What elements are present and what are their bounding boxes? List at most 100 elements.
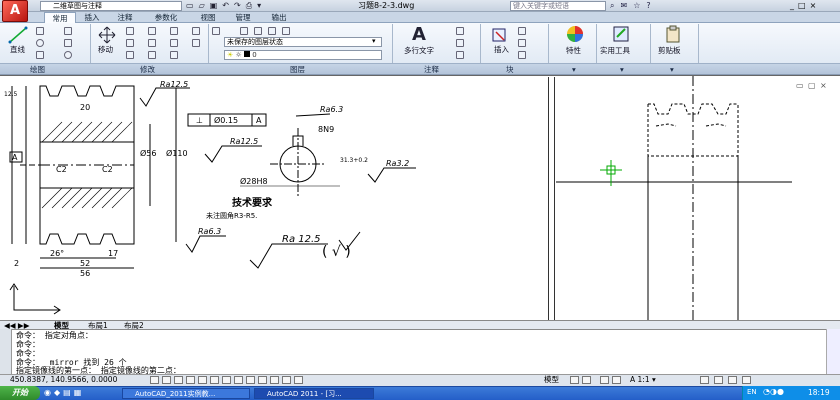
utilities-icon[interactable] [612,25,630,43]
command-window-grip[interactable] [0,329,12,374]
maximize-button[interactable]: □ [798,0,806,11]
pan-icon[interactable] [600,376,609,384]
layer-iso-icon[interactable] [282,27,290,35]
fillet-icon[interactable] [148,39,156,47]
polyline-icon[interactable] [36,27,44,35]
leader-icon[interactable] [456,39,464,47]
search-input[interactable]: 键入关键字或短语 [510,1,606,11]
mtext-icon[interactable]: A [412,24,426,45]
explode-icon[interactable] [192,27,200,35]
viewport-restore-icon[interactable]: ▢ [808,81,816,90]
layers-panel-label[interactable]: 图层 [290,64,305,75]
clipboard-dropdown-icon[interactable]: ▾ [670,64,674,75]
taskbar-item-document[interactable]: AutoCAD_2011实例教... [122,388,250,399]
help-icon[interactable]: ? [646,0,650,11]
left-viewport[interactable]: ⊥ Ø0.15 A A Ra12.5 Ra6.3 Ra12.5 Ra3.2 Ra… [0,76,548,320]
app-menu-logo[interactable]: A [2,0,28,22]
edit-attributes-icon[interactable] [518,51,526,59]
layer-freeze-icon[interactable] [240,27,248,35]
modify-panel-label[interactable]: 修改 [140,64,155,75]
annotation-scale[interactable]: A 1:1 ▾ [630,375,656,385]
language-icon[interactable]: EN [747,388,757,396]
right-viewport[interactable]: ▭ ▢ × [556,76,840,320]
search-icon[interactable]: ⌕ [610,0,614,11]
properties-icon[interactable] [566,25,584,43]
workspace-selector[interactable]: 二维草图与注释 [40,1,182,11]
arc-icon[interactable] [36,51,44,59]
taskbar-item-autocad[interactable]: AutoCAD 2011 - [习... [254,388,374,399]
zoom-icon[interactable] [612,376,621,384]
model-space-indicator[interactable]: 模型 [544,375,559,385]
tab-annotate[interactable]: 注释 [110,12,140,23]
browser-icon[interactable]: ◉ [44,388,51,397]
array-icon[interactable] [170,51,178,59]
polar-tracking-toggle[interactable] [198,376,207,384]
object-snap-toggle[interactable] [210,376,219,384]
current-layer-dropdown[interactable]: ☀ ☼ 0 [224,50,382,60]
snap-mode-toggle[interactable] [162,376,171,384]
workspace-switch-icon[interactable] [700,376,709,384]
scale-icon[interactable] [148,51,156,59]
layer-properties-icon[interactable] [212,27,220,35]
properties-dropdown-icon[interactable]: ▾ [572,64,576,75]
new-icon[interactable]: ▭ [186,1,194,11]
communication-icon[interactable]: ✉ [620,0,627,11]
start-button[interactable]: 开始 [0,386,40,400]
layer-lock-icon[interactable] [254,27,262,35]
lock-icon[interactable] [714,376,723,384]
desktop-icon[interactable]: ▦ [74,388,82,397]
ellipse-icon[interactable] [64,51,72,59]
undo-icon[interactable]: ↶ [222,1,229,11]
command-scrollbar[interactable] [826,329,840,374]
isolate-objects-icon[interactable] [742,376,751,384]
transparency-toggle[interactable] [270,376,279,384]
command-window[interactable]: 命令： 指定对角点： 命令： 命令： 命令： _mirror 找到 26 个 指… [0,329,840,375]
linear-dim-icon[interactable] [456,27,464,35]
tab-home[interactable]: 常用 [44,12,76,23]
erase-icon[interactable] [170,27,178,35]
edit-block-icon[interactable] [518,39,526,47]
folder-icon[interactable]: ▤ [63,388,71,397]
close-button[interactable]: × [810,0,817,11]
infer-constraints-toggle[interactable] [150,376,159,384]
tab-insert[interactable]: 插入 [78,12,106,23]
rotate-icon[interactable] [126,27,134,35]
viewport-divider[interactable] [548,77,555,321]
layer-off-icon[interactable] [268,27,276,35]
tab-manage[interactable]: 管理 [228,12,258,23]
object-snap-tracking-toggle[interactable] [222,376,231,384]
annotation-panel-label[interactable]: 注释 [424,64,439,75]
selection-cycling-toggle[interactable] [294,376,303,384]
dynamic-ucs-toggle[interactable] [234,376,243,384]
copy-icon[interactable] [170,39,178,47]
open-icon[interactable]: ▱ [199,1,205,11]
plot-icon[interactable]: ⎙ [246,1,252,11]
viewport-close-icon[interactable]: × [820,81,827,90]
insert-block-icon[interactable] [490,26,510,44]
favorites-icon[interactable]: ☆ [633,0,640,11]
tab-view[interactable]: 视图 [194,12,222,23]
line-tool-icon[interactable] [8,26,28,44]
utilities-dropdown-icon[interactable]: ▾ [620,64,624,75]
layer-state-dropdown[interactable]: 未保存的图层状态 [224,37,382,47]
save-icon[interactable]: ▣ [210,1,218,11]
dynamic-input-toggle[interactable] [246,376,255,384]
media-icon[interactable]: ◆ [54,388,60,397]
trim-icon[interactable] [148,27,156,35]
viewport-minimize-icon[interactable]: ▭ [796,81,804,90]
tray-icons[interactable]: ◔◑● [763,387,784,396]
redo-icon[interactable]: ↷ [234,1,241,11]
draw-panel-label[interactable]: 绘图 [30,64,45,75]
minimize-button[interactable]: _ [790,0,794,11]
quick-view-drawings-icon[interactable] [582,376,591,384]
hatch-icon[interactable] [64,39,72,47]
quick-properties-toggle[interactable] [282,376,291,384]
chevron-down-icon[interactable]: ▾ [372,37,376,45]
circle-icon[interactable] [36,39,44,47]
clipboard-icon[interactable] [664,25,682,43]
rectangle-icon[interactable] [64,27,72,35]
offset-icon[interactable] [192,39,200,47]
ortho-mode-toggle[interactable] [186,376,195,384]
grid-display-toggle[interactable] [174,376,183,384]
move-tool-icon[interactable] [98,26,116,44]
